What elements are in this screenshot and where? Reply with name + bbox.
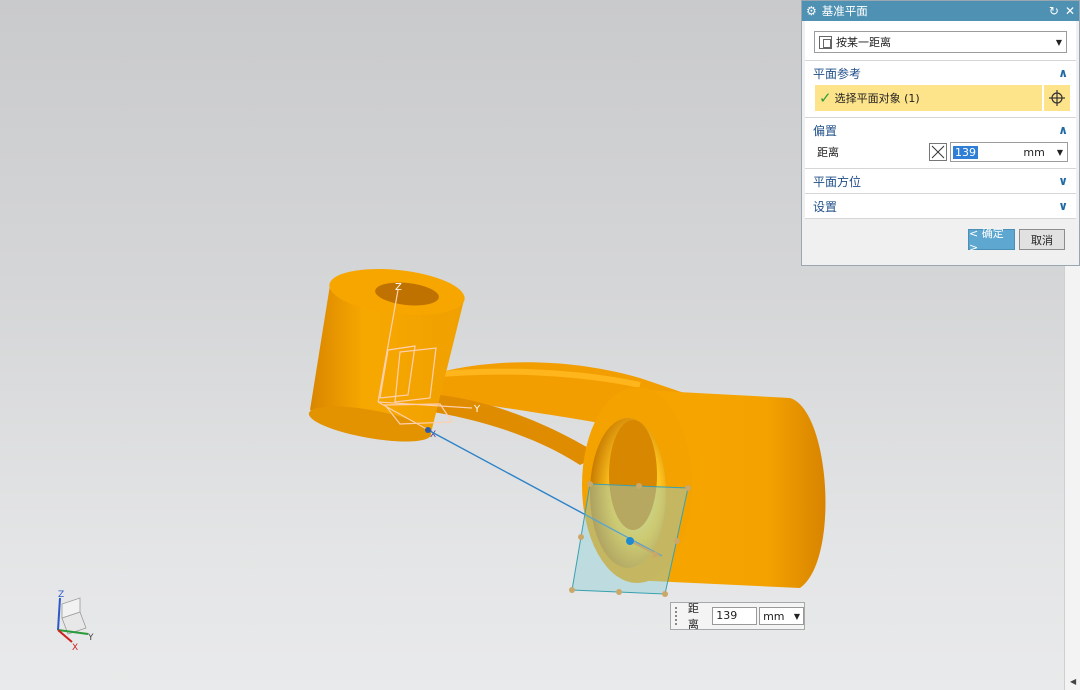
- offset-group: 偏置 ∧ 距离 139 mm ▼: [805, 118, 1076, 169]
- settings-header[interactable]: 设置 ∨: [805, 194, 1076, 218]
- chevron-down-icon: ▼: [1055, 37, 1062, 47]
- type-dropdown[interactable]: 按某一距离 ▼: [814, 31, 1067, 53]
- orientation-label: 平面方位: [813, 174, 862, 189]
- settings-group: 设置 ∨: [805, 194, 1076, 219]
- offset-label: 偏置: [813, 123, 838, 138]
- strip-arrow-icon[interactable]: ◀: [1070, 677, 1076, 686]
- distance-unit: mm: [1023, 145, 1045, 159]
- select-plane-object[interactable]: ✓ 选择平面对象 (1): [815, 85, 1042, 111]
- triad-label-x: X: [72, 643, 78, 653]
- plane-ref-header[interactable]: 平面参考 ∧: [805, 61, 1076, 85]
- cancel-button[interactable]: 取消: [1019, 229, 1065, 250]
- reset-icon[interactable]: ↻: [1049, 4, 1059, 18]
- type-value: 按某一距离: [836, 36, 891, 49]
- datum-plane-dialog: ⚙ 基准平面 ↻ ✕ 按某一距离 ▼ 平面参考 ∧ ✓ 选择平面对象 (1) 偏…: [801, 0, 1080, 266]
- distance-value: 139: [953, 145, 978, 159]
- dialog-titlebar[interactable]: ⚙ 基准平面 ↻ ✕: [802, 1, 1079, 21]
- dim-label: 距离: [687, 602, 699, 631]
- ok-button[interactable]: < 确定 >: [968, 227, 1015, 254]
- check-icon: ✓: [819, 89, 832, 107]
- chevron-down-icon: ▼: [793, 611, 800, 621]
- chevron-down-icon: ∨: [1058, 199, 1068, 213]
- crosshair-icon[interactable]: [1044, 85, 1070, 111]
- at-distance-icon: [819, 35, 832, 49]
- dim-unit-select[interactable]: mm ▼: [759, 607, 804, 625]
- chevron-up-icon: ∧: [1058, 123, 1068, 137]
- distance-input[interactable]: 139 mm ▼: [950, 142, 1068, 162]
- distance-label: 距离: [817, 146, 839, 159]
- view-triad: [57, 597, 89, 643]
- triad-label-y: Y: [87, 633, 94, 643]
- drag-grip-icon[interactable]: [675, 607, 680, 625]
- settings-label: 设置: [813, 199, 838, 214]
- select-plane-text: 选择平面对象 (1): [834, 92, 920, 105]
- axis-label-z: Z: [395, 282, 402, 293]
- plane-ref-label: 平面参考: [813, 66, 862, 81]
- orientation-header[interactable]: 平面方位 ∨: [805, 169, 1076, 193]
- type-section: 按某一距离 ▼: [805, 21, 1076, 61]
- chevron-down-icon[interactable]: ▼: [1057, 148, 1063, 157]
- vector-origin-handle[interactable]: [425, 427, 431, 433]
- dim-unit-value: mm: [763, 609, 785, 623]
- chevron-up-icon: ∧: [1058, 66, 1068, 80]
- triad-label-z: Z: [58, 590, 64, 600]
- dimension-icon[interactable]: [929, 143, 947, 161]
- gear-icon[interactable]: ⚙: [806, 4, 817, 18]
- chevron-down-icon: ∨: [1058, 174, 1068, 188]
- offset-header[interactable]: 偏置 ∧: [805, 118, 1076, 142]
- orientation-group: 平面方位 ∨: [805, 169, 1076, 194]
- axis-label-y: Y: [473, 404, 481, 415]
- plane-ref-group: 平面参考 ∧ ✓ 选择平面对象 (1): [805, 61, 1076, 118]
- onscreen-distance-input: 距离 139 mm ▼: [670, 602, 805, 631]
- close-icon[interactable]: ✕: [1065, 4, 1075, 18]
- dialog-title: 基准平面: [821, 4, 868, 18]
- dim-value-field[interactable]: 139: [712, 607, 758, 625]
